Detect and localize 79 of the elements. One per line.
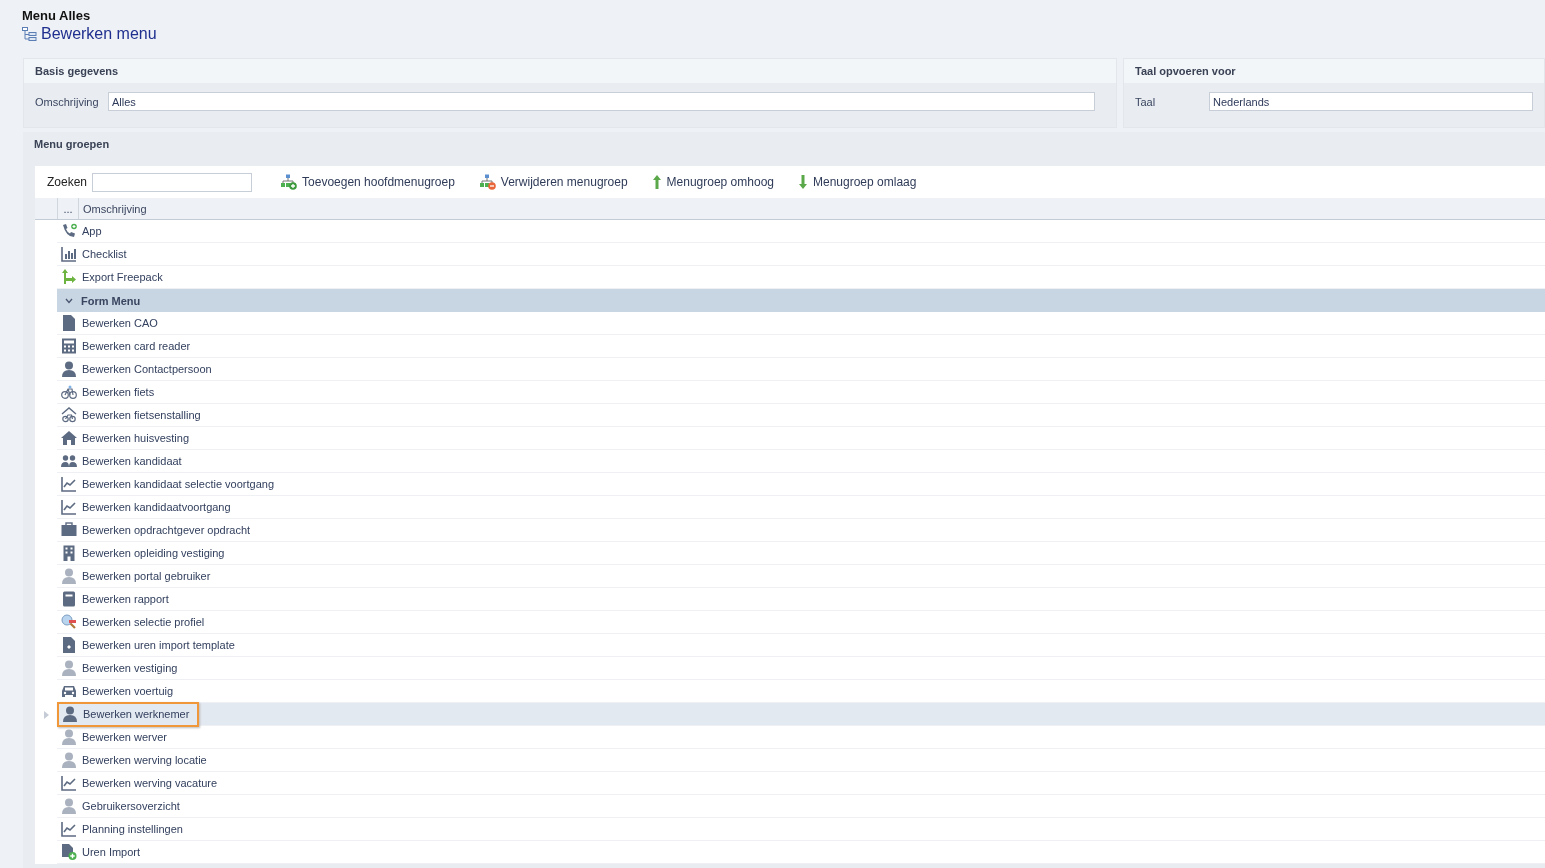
text-field[interactable]: Alles <box>108 92 1095 111</box>
document-icon <box>61 315 77 331</box>
menu-item[interactable]: Bewerken rapport <box>57 588 172 610</box>
column-header[interactable]: Omschrijving <box>79 202 147 215</box>
toolbar-button[interactable]: Menugroep omhoog <box>647 172 778 192</box>
search-label: Zoeken <box>47 175 88 189</box>
field-label: Omschrijving <box>35 95 100 108</box>
menu-item[interactable]: Bewerken werving vacature <box>57 772 221 794</box>
arrow-down-icon <box>798 174 808 190</box>
menu-item[interactable]: Bewerken kandidaatvoortgang <box>57 496 234 518</box>
menu-item[interactable]: Bewerken werving locatie <box>57 749 210 771</box>
calculator-icon <box>61 338 77 354</box>
menu-item[interactable]: Bewerken Contactpersoon <box>57 358 215 380</box>
file-plus-icon <box>61 844 77 860</box>
tree-structure-icon <box>22 27 37 41</box>
notebook-icon <box>61 591 77 607</box>
page-subtitle: Bewerken menu <box>41 25 157 43</box>
hierarchy-add-icon <box>280 174 298 190</box>
menu-item[interactable]: Bewerken kandidaat <box>57 450 185 472</box>
person-icon <box>61 729 77 745</box>
menu-item[interactable]: Checklist <box>57 243 130 265</box>
column-header[interactable]: ... <box>57 198 79 219</box>
menu-item[interactable]: Bewerken CAO <box>57 312 161 334</box>
building-icon <box>61 545 77 561</box>
menu-item[interactable]: Gebruikersoverzicht <box>57 795 183 817</box>
menu-item[interactable]: Bewerken card reader <box>57 335 194 357</box>
person-icon <box>62 706 78 722</box>
row-indicator-icon <box>43 710 49 719</box>
menu-item[interactable]: Bewerken uren import template <box>57 634 238 656</box>
toolbar-button[interactable]: Menugroep omlaag <box>794 172 921 192</box>
person-icon <box>61 568 77 584</box>
line-chart-icon <box>61 476 77 492</box>
menu-item[interactable]: Bewerken fiets <box>57 381 158 403</box>
menu-item[interactable]: Bewerken vestiging <box>57 657 181 679</box>
menu-item[interactable]: Uren Import <box>57 841 144 863</box>
menu-item[interactable]: Bewerken opleiding vestiging <box>57 542 228 564</box>
person-icon <box>61 361 77 377</box>
menu-item[interactable]: App <box>57 220 105 242</box>
bicycle-icon <box>61 384 77 400</box>
menu-item[interactable]: Bewerken kandidaat selectie voortgang <box>57 473 277 495</box>
menu-item[interactable]: Bewerken werknemer <box>57 701 200 727</box>
menu-group-row[interactable]: Form Menu <box>57 289 1545 312</box>
toolbar-button[interactable]: Verwijderen menugroep <box>474 172 632 192</box>
page-title: Menu Alles <box>22 8 91 23</box>
toolbar-button[interactable]: Toevoegen hoofdmenugroep <box>276 172 459 192</box>
arrow-icon <box>61 269 77 285</box>
person-icon <box>61 798 77 814</box>
bicycle-shed-icon <box>61 407 77 423</box>
file-icon <box>61 637 77 653</box>
text-field[interactable]: Nederlands <box>1209 92 1533 111</box>
section-heading: Menu groepen <box>33 137 111 152</box>
field-label: Taal <box>1135 95 1157 108</box>
menu-item[interactable]: Bewerken werver <box>57 726 170 748</box>
car-icon <box>61 683 77 699</box>
menu-item[interactable]: Bewerken fietsenstalling <box>57 404 204 426</box>
menu-item[interactable]: Export Freepack <box>57 266 166 288</box>
phone-icon <box>61 223 77 239</box>
menu-item[interactable]: Bewerken opdrachtgever opdracht <box>57 519 254 541</box>
panel-heading: Basis gegevens <box>24 59 1116 83</box>
menu-item[interactable]: Bewerken huisvesting <box>57 427 192 449</box>
line-chart-icon <box>61 821 77 837</box>
menu-item[interactable]: Planning instellingen <box>57 818 186 840</box>
arrow-up-icon <box>651 174 662 190</box>
magnifier-icon <box>61 614 77 630</box>
line-chart-icon <box>61 775 77 791</box>
line-chart-icon <box>61 499 77 515</box>
person-icon <box>61 660 77 676</box>
hierarchy-remove-icon <box>478 174 496 190</box>
briefcase-icon <box>61 522 77 538</box>
house-icon <box>61 430 77 446</box>
person-icon <box>61 752 77 768</box>
bar-chart-icon <box>61 246 77 262</box>
panel-heading: Taal opvoeren voor <box>1124 59 1544 83</box>
people-icon <box>61 453 77 469</box>
menu-item[interactable]: Bewerken selectie profiel <box>57 611 208 633</box>
chevron-icon <box>65 297 73 304</box>
menu-item[interactable]: Bewerken voertuig <box>57 680 177 702</box>
search-field[interactable] <box>92 172 253 192</box>
menu-item[interactable]: Bewerken portal gebruiker <box>57 565 214 587</box>
